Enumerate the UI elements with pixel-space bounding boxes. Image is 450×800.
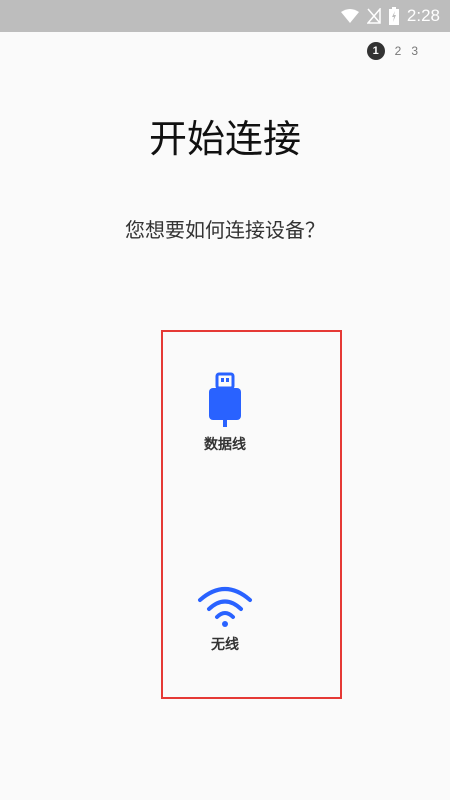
status-bar: 2:28 [0,0,450,32]
wifi-icon [198,587,252,627]
page-subtitle: 您想要如何连接设备？ [125,218,325,242]
wireless-label: 无线 [211,637,239,653]
step-indicator: 1 2 3 [366,42,418,60]
no-signal-icon [366,8,381,24]
usb-cable-label: 数据线 [204,437,246,453]
usb-cable-icon [209,372,241,427]
usb-cable-option[interactable]: 数据线 [190,372,260,454]
page-title: 开始连接 [148,117,301,161]
status-icons: 2:28 [340,0,440,32]
step-2: 2 [394,44,402,58]
status-time: 2:28 [406,6,440,25]
step-3: 3 [411,44,418,58]
battery-charging-icon [388,7,399,25]
wifi-icon [340,9,359,23]
step-1-active: 1 [366,42,385,60]
wireless-option[interactable]: 无线 [190,584,260,654]
